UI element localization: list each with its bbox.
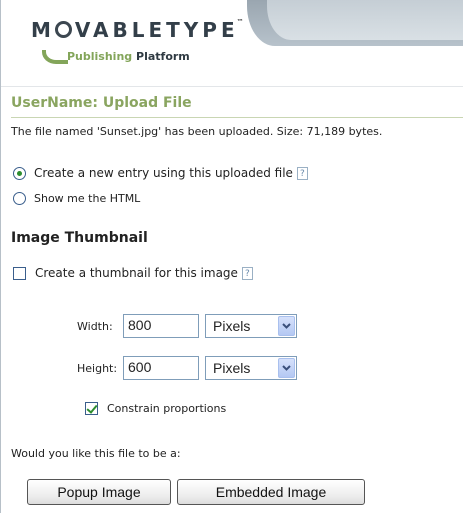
create-entry-label[interactable]: Create a new entry using this uploaded f… (34, 166, 293, 180)
logo-o-icon (54, 21, 72, 38)
width-label: Width: (77, 319, 113, 333)
popup-image-button[interactable]: Popup Image (27, 479, 171, 505)
create-thumbnail-checkbox[interactable] (13, 266, 26, 280)
show-html-option[interactable]: Show me the HTML (13, 190, 140, 206)
page-title: UserName: Upload File (11, 95, 192, 111)
constrain-proportions-label[interactable]: Constrain proportions (107, 402, 226, 415)
logo-wordmark: VABLETYPE (74, 18, 239, 42)
create-thumbnail-label[interactable]: Create a thumbnail for this image (35, 266, 238, 280)
height-unit-select[interactable]: Pixels (205, 356, 297, 380)
logo-tagline: Publishing Platform (67, 50, 190, 63)
height-input[interactable]: 600 (123, 356, 199, 380)
constrain-proportions-option[interactable]: Constrain proportions (85, 402, 226, 415)
logo-tagline-platform: Platform (136, 50, 190, 63)
file-type-question: Would you like this file to be a: (11, 447, 181, 460)
upload-status-text: The file named 'Sunset.jpg' has been upl… (11, 125, 383, 138)
title-divider (11, 117, 463, 118)
logo-letter-m: M (31, 18, 55, 42)
chevron-down-icon[interactable] (278, 358, 295, 378)
image-thumbnail-heading: Image Thumbnail (11, 230, 148, 246)
create-entry-radio[interactable] (13, 166, 26, 180)
header-decoration-inner (267, 0, 463, 40)
embedded-image-button[interactable]: Embedded Image (177, 479, 365, 505)
create-thumbnail-option[interactable]: Create a thumbnail for this image ? (13, 266, 253, 280)
height-label: Height: (77, 361, 118, 375)
movable-type-logo: M VABLETYPE™ (31, 18, 244, 44)
width-row: Width: 800 Pixels (77, 314, 297, 338)
help-icon[interactable]: ? (241, 266, 253, 280)
width-input[interactable]: 800 (123, 314, 199, 338)
upload-dialog: M VABLETYPE™ Publishing Platform UserName… (0, 0, 463, 513)
constrain-proportions-checkbox[interactable] (85, 402, 98, 415)
show-html-radio[interactable] (13, 191, 26, 205)
height-row: Height: 600 Pixels (77, 356, 297, 380)
help-icon[interactable]: ? (296, 166, 308, 180)
logo-swoosh-icon (42, 50, 68, 64)
create-entry-option[interactable]: Create a new entry using this uploaded f… (13, 165, 308, 181)
show-html-label[interactable]: Show me the HTML (34, 192, 140, 205)
header: M VABLETYPE™ Publishing Platform (1, 0, 463, 87)
chevron-down-icon[interactable] (278, 316, 295, 336)
logo-tagline-publishing: Publishing (67, 50, 133, 63)
width-unit-select[interactable]: Pixels (205, 314, 297, 338)
trademark-symbol: ™ (236, 18, 244, 26)
height-unit-value: Pixels (213, 360, 251, 376)
width-unit-value: Pixels (213, 318, 251, 334)
